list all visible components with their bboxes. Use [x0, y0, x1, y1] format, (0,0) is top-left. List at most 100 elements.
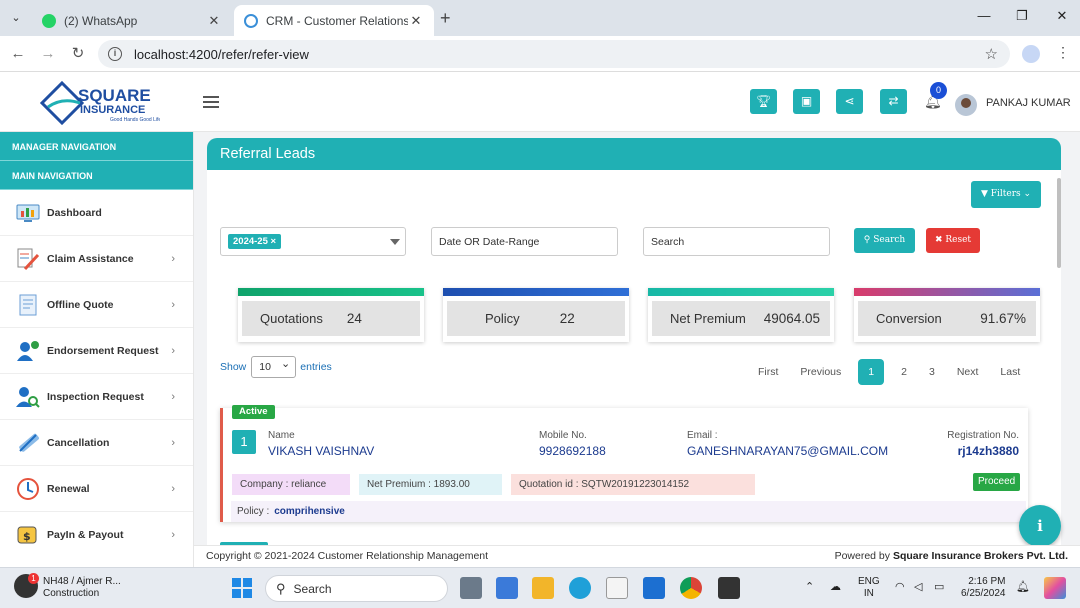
- sidebar-footer: [0, 545, 194, 567]
- stat-value: 24: [346, 311, 362, 326]
- address-bar[interactable]: i localhost:4200/refer/refer-view ☆: [98, 40, 1010, 68]
- menu-toggle-icon[interactable]: [203, 96, 219, 108]
- browser-tab-crm[interactable]: CRM - Customer Relationship M ✕: [234, 5, 434, 36]
- sidebar-section-manager[interactable]: MANAGER NAVIGATION: [0, 132, 193, 161]
- tab-search-button[interactable]: ⌄: [6, 8, 26, 28]
- square-insurance-logo[interactable]: SQUARE INSURANCE Good Hands Good Life: [39, 80, 161, 126]
- cloud-sync-icon[interactable]: ☁: [830, 580, 841, 593]
- lead-card[interactable]: Active 1 Name VIKASH VAISHNAV Mobile No.…: [220, 405, 1028, 522]
- restore-icon[interactable]: ❐: [1012, 8, 1032, 24]
- share-icon[interactable]: ⋖: [836, 89, 863, 114]
- stat-color-bar: [238, 288, 424, 296]
- windows-start-icon[interactable]: [232, 578, 252, 598]
- sidebar-item-renewal[interactable]: Renewal ›: [0, 466, 193, 512]
- profile-icon[interactable]: [1022, 45, 1040, 63]
- sidebar-item-cancellation[interactable]: Cancellation ›: [0, 420, 193, 466]
- sidebar-item-endorsement-request[interactable]: Endorsement Request ›: [0, 328, 193, 374]
- sidebar-item-inspection-request[interactable]: Inspection Request ›: [0, 374, 193, 420]
- file-explorer-icon[interactable]: [532, 577, 554, 599]
- svg-text:$: $: [23, 530, 31, 543]
- sidebar-item-dashboard[interactable]: Dashboard: [0, 190, 193, 236]
- proceed-button[interactable]: Proceed: [973, 473, 1021, 491]
- page-last[interactable]: Last: [989, 359, 1031, 385]
- show-hidden-icons-icon[interactable]: ⌃: [805, 580, 814, 593]
- copyright-text: Copyright © 2021-2024 Customer Relations…: [206, 550, 489, 562]
- close-window-icon[interactable]: ✕: [1052, 8, 1072, 24]
- book-icon[interactable]: ▣: [793, 89, 820, 114]
- reload-icon[interactable]: ↻: [68, 44, 88, 64]
- claim-icon: [16, 247, 40, 271]
- vscode-icon[interactable]: [643, 577, 665, 599]
- traffic-widget-text[interactable]: NH48 / Ajmer R... Construction: [43, 576, 121, 600]
- close-tab-icon[interactable]: ✕: [206, 13, 222, 29]
- search-button[interactable]: ⚲ Search: [854, 228, 915, 253]
- task-view-icon[interactable]: [460, 577, 482, 599]
- referral-leads-panel: Referral Leads ▼ Filters ⌄ 2024-25 × ⚲ S…: [207, 138, 1061, 545]
- terminal-icon[interactable]: [718, 577, 740, 599]
- entries-select[interactable]: 10: [251, 356, 297, 378]
- edge-icon[interactable]: [569, 577, 591, 599]
- page-3[interactable]: 3: [918, 359, 946, 385]
- back-icon[interactable]: ←: [8, 44, 28, 64]
- remove-tag-icon[interactable]: ×: [271, 236, 277, 247]
- close-tab-icon[interactable]: ✕: [408, 13, 424, 29]
- store-icon[interactable]: [496, 577, 518, 599]
- browser-menu-icon[interactable]: ⋮: [1056, 44, 1070, 61]
- exchange-icon[interactable]: ⇄: [880, 89, 907, 114]
- minimize-icon[interactable]: —: [974, 8, 994, 23]
- filter-icon: ▼: [980, 189, 991, 199]
- taskbar-search-box[interactable]: ⚲ Search: [265, 575, 448, 602]
- page-2[interactable]: 2: [890, 359, 918, 385]
- sidebar-item-claim-assistance[interactable]: Claim Assistance ›: [0, 236, 193, 282]
- forward-icon[interactable]: →: [38, 44, 58, 64]
- search-input[interactable]: [643, 227, 830, 256]
- page-1[interactable]: 1: [858, 359, 885, 385]
- reset-button[interactable]: ✖ Reset: [926, 228, 980, 253]
- user-avatar[interactable]: [955, 94, 977, 116]
- chrome-icon[interactable]: [680, 577, 702, 599]
- user-name[interactable]: PANKAJ KUMAR: [986, 97, 1071, 109]
- browser-tab-whatsapp[interactable]: (2) WhatsApp ✕: [32, 5, 232, 36]
- page-first[interactable]: First: [747, 359, 789, 385]
- stat-value: 49064.05: [763, 311, 820, 326]
- system-clock[interactable]: 2:16 PM 6/25/2024: [961, 576, 1006, 600]
- taskbar-search-label: Search: [293, 581, 332, 596]
- wifi-icon[interactable]: ◠: [895, 580, 905, 593]
- info-button[interactable]: i: [1019, 505, 1061, 547]
- filters-button[interactable]: ▼ Filters ⌄: [971, 181, 1041, 208]
- trophy-icon[interactable]: 🏆︎: [750, 89, 777, 114]
- page-title: Referral Leads: [207, 138, 1061, 170]
- page-footer: Copyright © 2021-2024 Customer Relations…: [194, 545, 1080, 567]
- site-info-icon[interactable]: i: [108, 47, 122, 61]
- stat-card-quotations: Quotations 24: [238, 288, 424, 342]
- stat-body: Net Premium 49064.05: [652, 301, 830, 336]
- windows-taskbar: 1 NH48 / Ajmer R... Construction ⚲ Searc…: [0, 567, 1080, 608]
- status-badge: Active: [232, 405, 275, 419]
- page-next[interactable]: Next: [946, 359, 990, 385]
- sidebar-item-payin-payout[interactable]: $ PayIn & Payout ›: [0, 512, 193, 545]
- quote-icon: [16, 293, 40, 317]
- bookmark-star-icon[interactable]: ☆: [985, 45, 998, 63]
- battery-icon[interactable]: ▭: [934, 580, 944, 593]
- new-tab-icon[interactable]: +: [440, 8, 451, 29]
- page-previous[interactable]: Previous: [789, 359, 852, 385]
- notifications-bell-icon[interactable]: 🔔︎: [1016, 580, 1030, 593]
- language-indicator[interactable]: ENG IN: [858, 576, 880, 600]
- fiscal-year-tag[interactable]: 2024-25 ×: [228, 234, 282, 249]
- show-label: Show: [220, 361, 247, 373]
- email-label: Email :: [687, 430, 718, 441]
- date-range-input[interactable]: [431, 227, 618, 256]
- stat-body: Policy 22: [447, 301, 625, 336]
- lead-email: GANESHNARAYAN75@GMAIL.COM: [687, 444, 889, 458]
- scrollbar[interactable]: [1057, 178, 1061, 268]
- notepad-icon[interactable]: [606, 577, 628, 599]
- svg-text:INSURANCE: INSURANCE: [80, 104, 145, 116]
- stat-card-conversion: Conversion 91.67%: [854, 288, 1040, 342]
- copilot-icon[interactable]: [1044, 577, 1066, 599]
- volume-icon[interactable]: ◁: [914, 580, 922, 593]
- entries-label: entries: [300, 361, 332, 373]
- fiscal-year-select[interactable]: 2024-25 ×: [220, 227, 406, 256]
- search-button-label: Search: [873, 235, 906, 245]
- dropdown-caret-icon[interactable]: [390, 239, 400, 245]
- sidebar-item-offline-quote[interactable]: Offline Quote ›: [0, 282, 193, 328]
